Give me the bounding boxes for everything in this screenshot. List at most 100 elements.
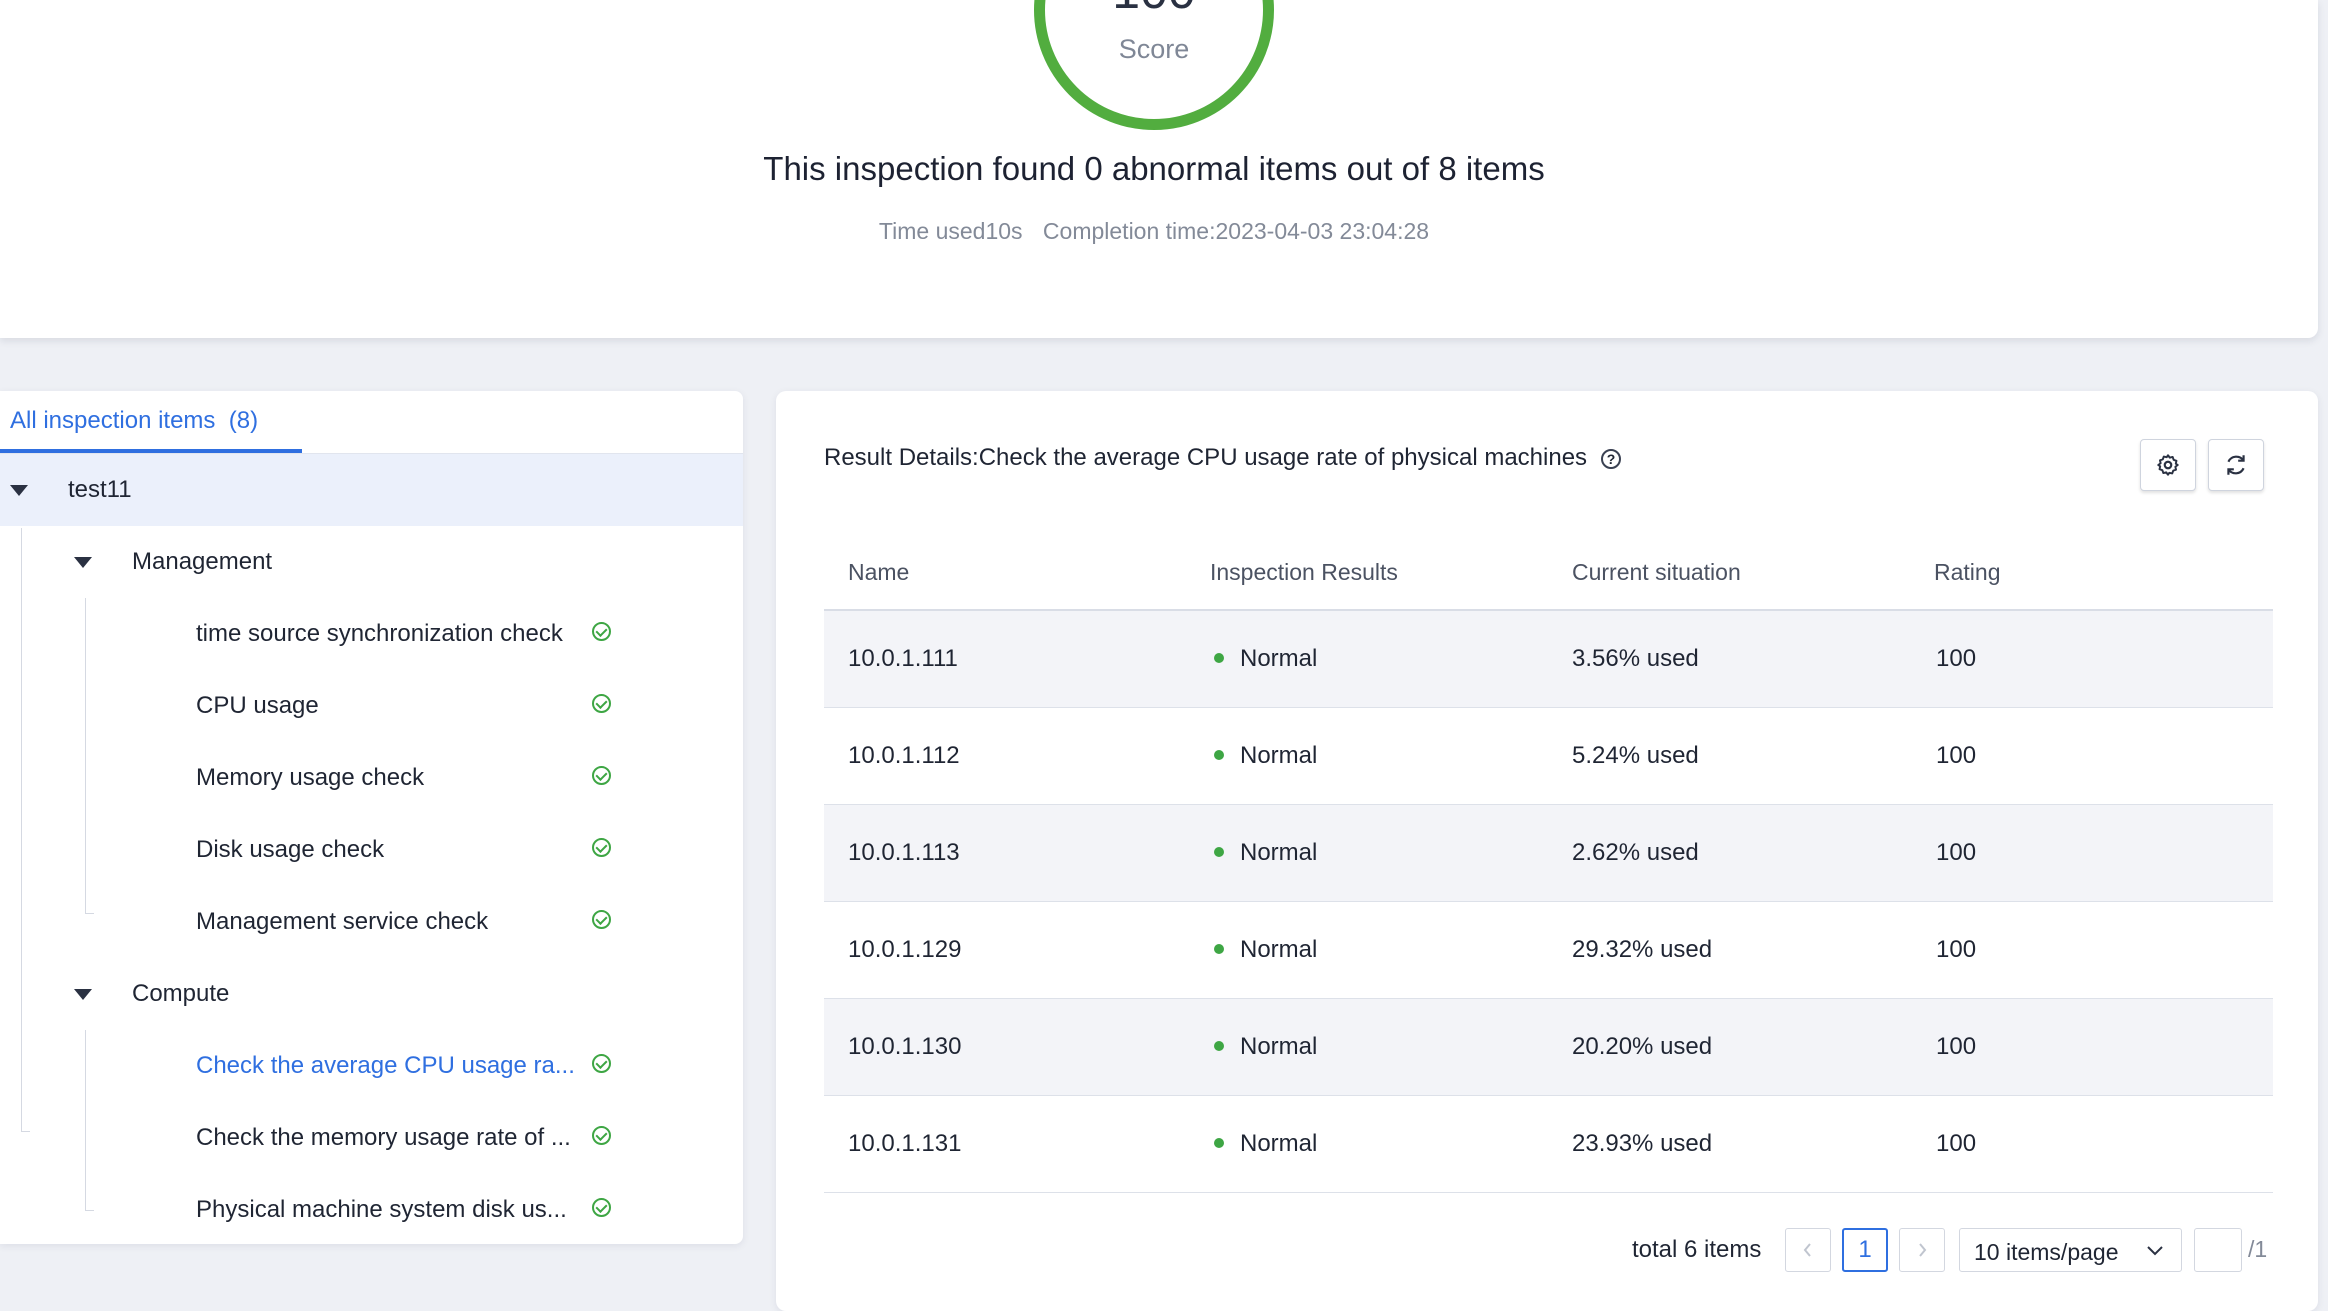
cell-situation: 29.32% used: [1572, 936, 1713, 963]
tree-leaf-label: Check the memory usage rate of ...: [196, 1124, 571, 1151]
status-dot-icon: [1214, 1041, 1224, 1051]
check-circle-icon: [592, 694, 611, 713]
question-circle-icon[interactable]: ?: [1601, 449, 1622, 469]
column-header-inspection-results[interactable]: Inspection Results: [1210, 559, 1398, 586]
status-dot-icon: [1214, 944, 1224, 954]
column-header-rating[interactable]: Rating: [1934, 559, 2000, 586]
cell-name: 10.0.1.112: [848, 742, 960, 769]
tree-leaf-label: Physical machine system disk us...: [196, 1196, 567, 1223]
cell-situation: 20.20% used: [1572, 1033, 1713, 1060]
inspection-tree-panel: All inspection items (8) test11 Manageme…: [0, 391, 743, 1244]
prev-page-button[interactable]: [1785, 1228, 1831, 1272]
cell-result: Normal: [1214, 742, 1317, 770]
page-size-select[interactable]: 10 items/page: [1959, 1228, 2182, 1272]
refresh-button[interactable]: [2208, 439, 2264, 491]
result-details-title-text: Result Details:Check the average CPU usa…: [824, 444, 1588, 471]
tree-leaf-disk-usage[interactable]: Disk usage check: [0, 814, 743, 886]
status-dot-icon: [1214, 1138, 1224, 1148]
cell-rating: 100: [1936, 936, 1977, 963]
check-circle-icon: [592, 766, 611, 785]
tree-leaf-management-service[interactable]: Management service check: [0, 886, 743, 958]
tree-node-compute[interactable]: Compute: [0, 958, 743, 1030]
tree-node-label: Management: [132, 548, 273, 575]
tree-leaf-system-disk[interactable]: Physical machine system disk us...: [0, 1174, 743, 1244]
cell-rating: 100: [1936, 839, 1977, 866]
table-row[interactable]: 10.0.1.112 Normal 5.24% used 100: [824, 708, 2273, 805]
tree-leaf-cpu-usage[interactable]: CPU usage: [0, 670, 743, 742]
cell-result: Normal: [1214, 645, 1317, 673]
cell-result: Normal: [1214, 1033, 1317, 1061]
chevron-right-icon: [1919, 1243, 1927, 1257]
tree-node-management[interactable]: Management: [0, 526, 743, 598]
refresh-icon: [2227, 455, 2245, 475]
cell-result: Normal: [1214, 1130, 1317, 1158]
cell-result: Normal: [1214, 839, 1317, 867]
check-circle-icon: [592, 622, 611, 641]
table-row[interactable]: 10.0.1.129 Normal 29.32% used 100: [824, 902, 2273, 999]
tree-leaf-label: Management service check: [196, 908, 489, 935]
caret-down-icon[interactable]: [74, 989, 92, 1000]
cell-situation: 5.24% used: [1572, 742, 1699, 769]
tree-leaf-label: Check the average CPU usage ra...: [196, 1052, 575, 1079]
tree-node-root[interactable]: test11: [0, 454, 743, 526]
pagination-total: total 6 items: [1632, 1236, 1762, 1263]
column-header-name[interactable]: Name: [848, 559, 909, 586]
inspection-summary-card: 100 Score This inspection found 0 abnorm…: [0, 0, 2318, 338]
result-details-title: Result Details:Check the average CPU usa…: [824, 444, 1622, 472]
tree-leaf-memory-rate[interactable]: Check the memory usage rate of ...: [0, 1102, 743, 1174]
summary-headline: This inspection found 0 abnormal items o…: [763, 150, 1545, 187]
tree-leaf-label: Disk usage check: [196, 836, 385, 863]
chevron-left-icon: [1803, 1243, 1811, 1257]
tree-leaf-label: Memory usage check: [196, 764, 425, 791]
cell-result-text: Normal: [1240, 936, 1318, 963]
cell-rating: 100: [1936, 1033, 1977, 1060]
status-dot-icon: [1214, 653, 1224, 663]
cell-rating: 100: [1936, 1130, 1977, 1157]
cell-rating: 100: [1936, 742, 1977, 769]
next-page-button[interactable]: [1899, 1228, 1945, 1272]
cell-result: Normal: [1214, 936, 1317, 964]
result-details-panel: Result Details:Check the average CPU usa…: [776, 391, 2318, 1311]
check-circle-icon: [592, 838, 611, 857]
cell-situation: 2.62% used: [1572, 839, 1699, 866]
caret-down-icon[interactable]: [10, 485, 28, 496]
settings-button[interactable]: [2140, 439, 2196, 491]
cell-result-text: Normal: [1240, 1130, 1318, 1157]
cell-situation: 23.93% used: [1572, 1130, 1713, 1157]
cell-name: 10.0.1.129: [848, 936, 962, 963]
score-value: 100: [1034, 0, 1274, 20]
cell-name: 10.0.1.130: [848, 1033, 962, 1060]
column-header-current-situation[interactable]: Current situation: [1572, 559, 1741, 586]
table-row[interactable]: 10.0.1.131 Normal 23.93% used 100: [824, 1096, 2273, 1193]
caret-down-icon[interactable]: [74, 557, 92, 568]
check-circle-icon: [592, 1126, 611, 1145]
table-row[interactable]: 10.0.1.113 Normal 2.62% used 100: [824, 805, 2273, 902]
chevron-down-icon: [2147, 1246, 2163, 1256]
tree-leaf-avg-cpu[interactable]: Check the average CPU usage ra...: [0, 1030, 743, 1102]
cell-situation: 3.56% used: [1572, 645, 1699, 672]
gear-icon: [2157, 454, 2179, 476]
cell-name: 10.0.1.113: [848, 839, 960, 866]
results-table: Name Inspection Results Current situatio…: [824, 541, 2273, 1193]
tree-leaf-label: time source synchronization check: [196, 620, 563, 647]
tree-leaf-memory-usage[interactable]: Memory usage check: [0, 742, 743, 814]
tab-all-inspection-items[interactable]: All inspection items (8): [10, 407, 258, 435]
cell-rating: 100: [1936, 645, 1977, 672]
tab-bar: All inspection items (8): [0, 391, 743, 455]
tab-active-indicator: [0, 449, 302, 453]
tree-node-label: test11: [68, 476, 132, 503]
cell-result-text: Normal: [1240, 742, 1318, 769]
check-circle-icon: [592, 1054, 611, 1073]
status-dot-icon: [1214, 847, 1224, 857]
status-dot-icon: [1214, 750, 1224, 760]
table-row[interactable]: 10.0.1.111 Normal 3.56% used 100: [824, 611, 2273, 708]
check-circle-icon: [592, 910, 611, 929]
tree-leaf-label: CPU usage: [196, 692, 319, 719]
score-label: Score: [1118, 34, 1190, 64]
tree-leaf-time-sync[interactable]: time source synchronization check: [0, 598, 743, 670]
cell-result-text: Normal: [1240, 645, 1318, 672]
page-jump-input[interactable]: [2194, 1228, 2242, 1272]
page-size-value: 10 items/page: [1974, 1239, 2119, 1265]
page-button-current[interactable]: 1: [1842, 1228, 1888, 1272]
table-row[interactable]: 10.0.1.130 Normal 20.20% used 100: [824, 999, 2273, 1096]
